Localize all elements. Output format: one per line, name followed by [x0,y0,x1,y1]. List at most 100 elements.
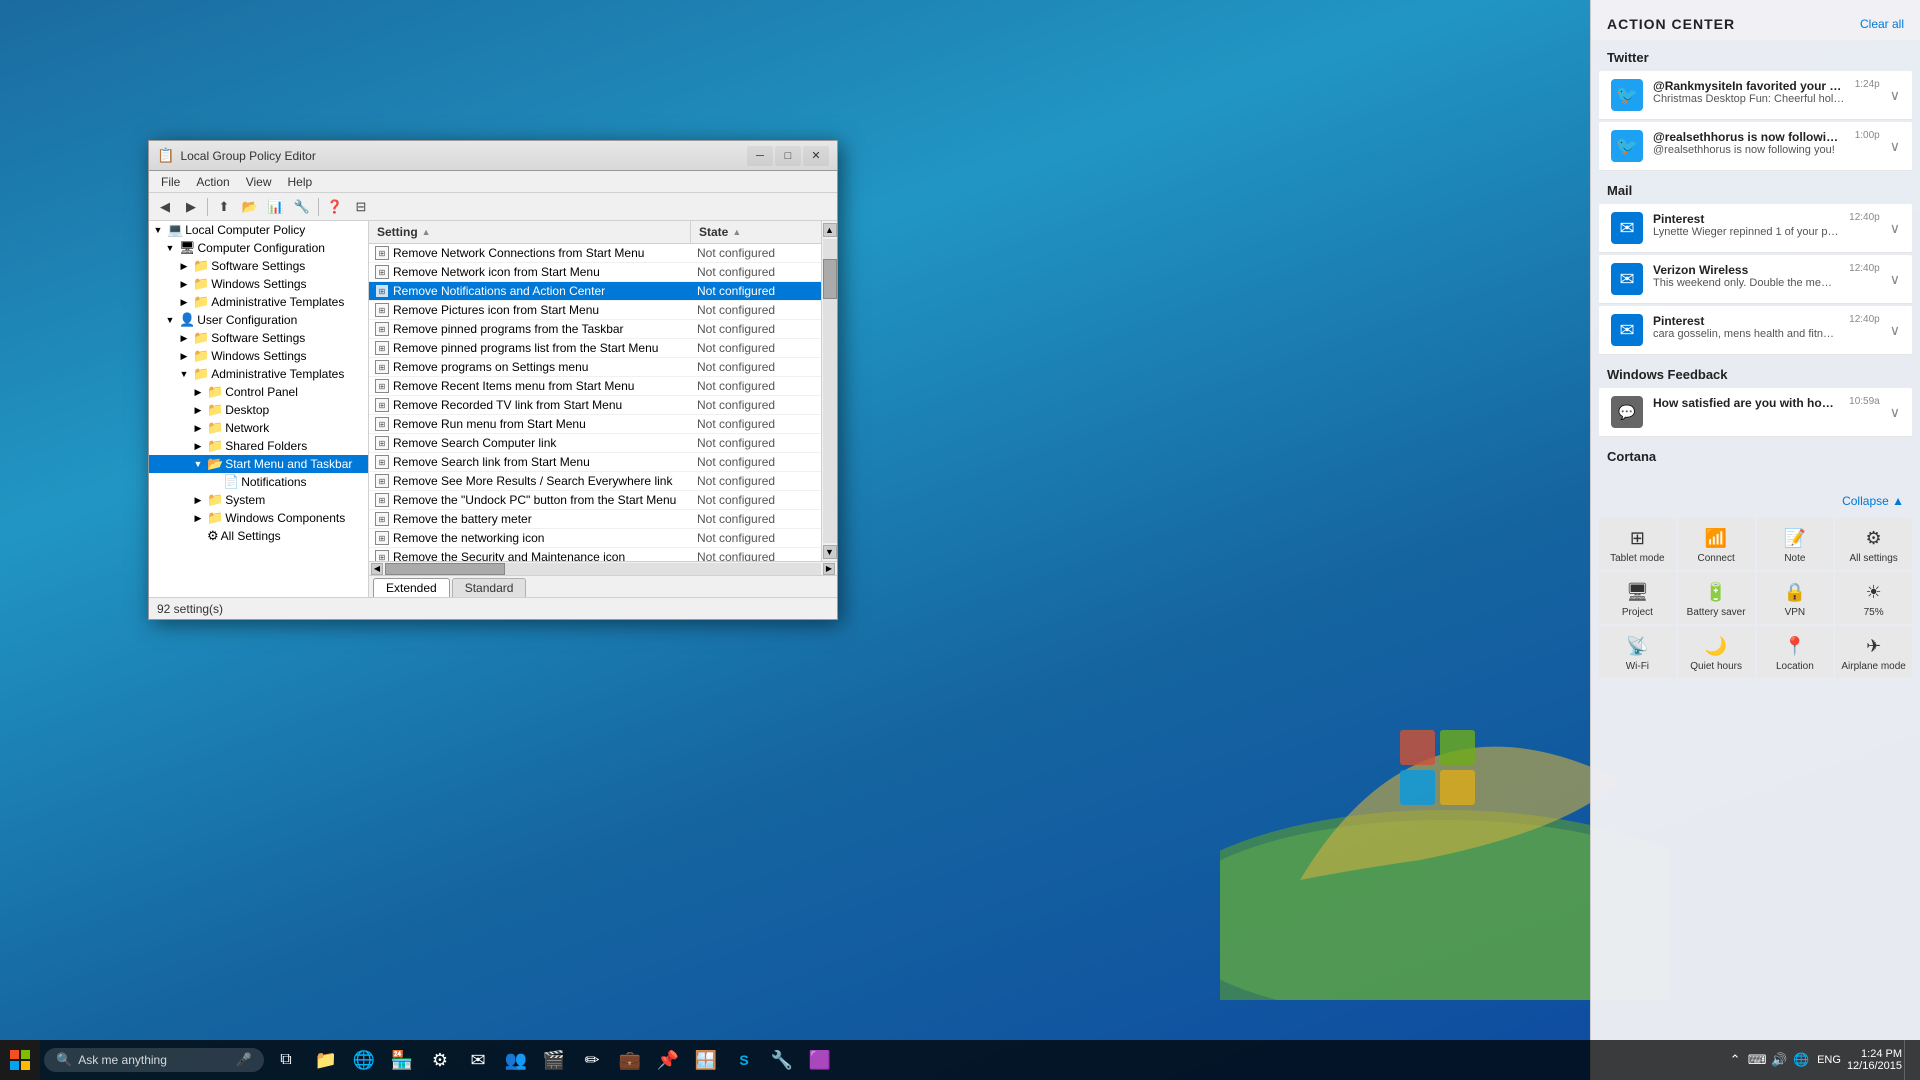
action-center-scroll[interactable]: Twitter 🐦 @RankmysiteIn favorited your t… [1591,40,1920,1080]
expander-cc[interactable]: ▼ [163,241,177,255]
tree-computer-config[interactable]: ▼ 🖥 Computer Configuration [149,239,368,257]
expander-lcp[interactable]: ▼ [151,223,165,237]
taskbar-people[interactable]: 👥 [498,1042,534,1078]
taskbar-app1[interactable]: 🟪 [802,1042,838,1078]
ac-notif-feedback[interactable]: 💬 How satisfied are you with how the 10:… [1599,388,1912,437]
tb-view[interactable]: 📊 [264,196,288,218]
settings-row-7[interactable]: ⊞ Remove Recent Items menu from Start Me… [369,377,821,396]
tree-shared-folders[interactable]: ▶ 📁 Shared Folders [149,437,368,455]
taskbar-pin[interactable]: 📌 [650,1042,686,1078]
expander-at-uc[interactable]: ▼ [177,367,191,381]
menu-help[interactable]: Help [280,173,321,191]
systray-chevron[interactable]: ⌃ [1725,1050,1745,1070]
gpe-tree[interactable]: ▼ 💻 Local Computer Policy ▼ 🖥 Computer C… [149,221,369,597]
tree-all-settings[interactable]: ▶ ⚙ All Settings [149,527,368,545]
settings-row-14[interactable]: ⊞ Remove the battery meter Not configure… [369,510,821,529]
settings-row-5[interactable]: ⊞ Remove pinned programs list from the S… [369,339,821,358]
systray-volume[interactable]: 🔊 [1769,1050,1789,1070]
expander-sf[interactable]: ▶ [191,439,205,453]
expand-feedback[interactable]: ∨ [1890,404,1900,421]
h-scrollbar[interactable]: ◀ ▶ [369,561,837,575]
scroll-down-btn[interactable]: ▼ [823,545,837,559]
tree-local-computer-policy[interactable]: ▼ 💻 Local Computer Policy [149,221,368,239]
settings-row-3[interactable]: ⊞ Remove Pictures icon from Start Menu N… [369,301,821,320]
ac-notif-mail-2[interactable]: ✉ Verizon Wireless This weekend only. Do… [1599,255,1912,304]
taskbar-draw[interactable]: ✏ [574,1042,610,1078]
settings-row-6[interactable]: ⊞ Remove programs on Settings menu Not c… [369,358,821,377]
expander-ws-cc[interactable]: ▶ [177,277,191,291]
settings-row-11[interactable]: ⊞ Remove Search link from Start Menu Not… [369,453,821,472]
action-center-clear[interactable]: Clear all [1860,17,1904,31]
tree-start-menu-taskbar[interactable]: ▼ 📂 Start Menu and Taskbar [149,455,368,473]
hscroll-right[interactable]: ▶ [823,563,835,575]
settings-row-1[interactable]: ⊞ Remove Network icon from Start Menu No… [369,263,821,282]
expand-notif-1[interactable]: ∨ [1890,87,1900,104]
taskbar-mail[interactable]: ✉ [460,1042,496,1078]
taskbar-settings[interactable]: ⚙ [422,1042,458,1078]
qb-tablet-mode[interactable]: ⊞ Tablet mode [1599,518,1676,570]
expander-net[interactable]: ▶ [191,421,205,435]
hscroll-left[interactable]: ◀ [371,563,383,575]
expand-notif-2[interactable]: ∨ [1890,138,1900,155]
state-col-header[interactable]: State ▲ [691,221,821,243]
tree-windows-settings-uc[interactable]: ▶ 📁 Windows Settings [149,347,368,365]
taskbar-edge[interactable]: 🌐 [346,1042,382,1078]
menu-view[interactable]: View [238,173,280,191]
expander-smt[interactable]: ▼ [191,457,205,471]
start-button[interactable] [0,1040,40,1080]
tab-standard[interactable]: Standard [452,578,527,597]
close-button[interactable]: ✕ [803,146,829,166]
qb-battery-saver[interactable]: 🔋 Battery saver [1678,572,1755,624]
tb-filter[interactable]: ⊟ [349,196,373,218]
settings-row-13[interactable]: ⊞ Remove the "Undock PC" button from the… [369,491,821,510]
expand-mail-2[interactable]: ∨ [1890,271,1900,288]
qb-all-settings[interactable]: ⚙ All settings [1835,518,1912,570]
ac-notif-twitter-2[interactable]: 🐦 @realsethhorus is now following yo @re… [1599,122,1912,171]
tree-admin-templates-uc[interactable]: ▼ 📁 Administrative Templates [149,365,368,383]
taskbar-clock[interactable]: 1:24 PM 12/16/2015 [1847,1048,1902,1072]
tree-system[interactable]: ▶ 📁 System [149,491,368,509]
tb-forward[interactable]: ▶ [179,196,203,218]
scroll-up-btn[interactable]: ▲ [823,223,837,237]
taskbar-tools[interactable]: 🔧 [764,1042,800,1078]
tree-software-settings-cc[interactable]: ▶ 📁 Software Settings [149,257,368,275]
systray-lang[interactable]: ENG [1813,1054,1845,1066]
settings-row-2[interactable]: ⊞ Remove Notifications and Action Center… [369,282,821,301]
qb-brightness[interactable]: ☀ 75% [1835,572,1912,624]
ac-collapse-btn[interactable]: Collapse ▲ [1842,494,1904,508]
qb-location[interactable]: 📍 Location [1757,626,1834,678]
tab-extended[interactable]: Extended [373,578,450,597]
systray-keyboard[interactable]: ⌨ [1747,1050,1767,1070]
tree-desktop[interactable]: ▶ 📁 Desktop [149,401,368,419]
taskbar-store[interactable]: 🏪 [384,1042,420,1078]
settings-row-15[interactable]: ⊞ Remove the networking icon Not configu… [369,529,821,548]
expander-ws-uc[interactable]: ▶ [177,349,191,363]
expander-ss-uc[interactable]: ▶ [177,331,191,345]
scroll-thumb[interactable] [823,259,837,299]
expand-mail-1[interactable]: ∨ [1890,220,1900,237]
settings-scrollbar[interactable]: ▲ ▼ [821,221,837,561]
settings-col-header[interactable]: Setting ▲ [369,221,691,243]
taskbar-work[interactable]: 💼 [612,1042,648,1078]
tree-windows-settings-cc[interactable]: ▶ 📁 Windows Settings [149,275,368,293]
tb-help[interactable]: ❓ [323,196,347,218]
ac-notif-mail-1[interactable]: ✉ Pinterest Lynette Wieger repinned 1 of… [1599,204,1912,253]
taskbar-file-explorer[interactable]: 📁 [308,1042,344,1078]
tb-up[interactable]: ⬆ [212,196,236,218]
gpe-titlebar[interactable]: 📋 Local Group Policy Editor ─ □ ✕ [149,141,837,171]
tree-user-config[interactable]: ▼ 👤 User Configuration [149,311,368,329]
tb-back[interactable]: ◀ [153,196,177,218]
settings-row-16[interactable]: ⊞ Remove the Security and Maintenance ic… [369,548,821,561]
expander-sys[interactable]: ▶ [191,493,205,507]
tree-notifications[interactable]: ▶ 📄 Notifications [149,473,368,491]
expander-uc[interactable]: ▼ [163,313,177,327]
ac-notif-mail-3[interactable]: ✉ Pinterest cara gosselin, mens health a… [1599,306,1912,355]
tree-control-panel[interactable]: ▶ 📁 Control Panel [149,383,368,401]
qb-quiet-hours[interactable]: 🌙 Quiet hours [1678,626,1755,678]
taskbar-search[interactable]: 🔍 Ask me anything 🎤 [44,1048,264,1072]
taskbar-skype[interactable]: S [726,1042,762,1078]
menu-action[interactable]: Action [188,173,237,191]
hscroll-thumb[interactable] [385,563,505,575]
taskbar-windows[interactable]: 🪟 [688,1042,724,1078]
expand-mail-3[interactable]: ∨ [1890,322,1900,339]
